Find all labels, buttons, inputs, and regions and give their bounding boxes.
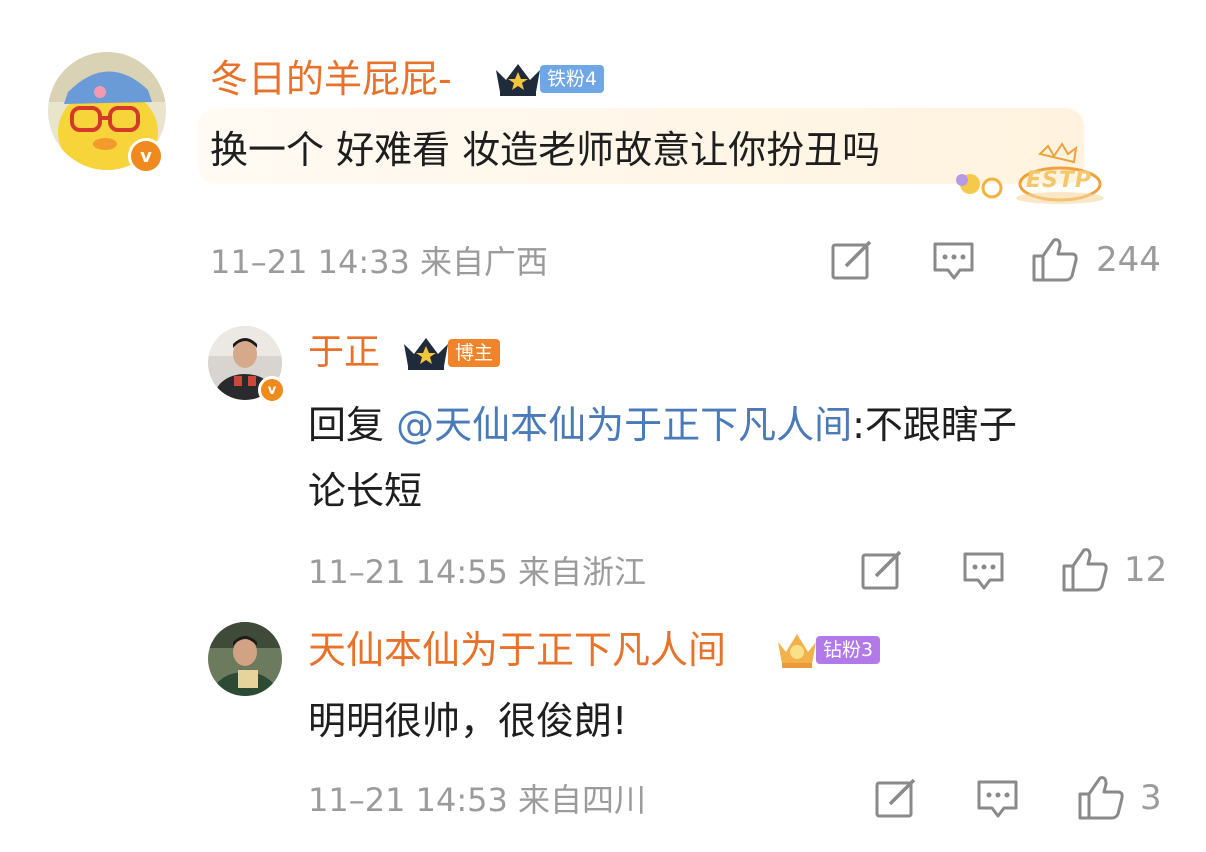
comment-1: v 冬日的羊屁屁- 铁粉4 换一个 好难看 妆造老师故意让你扮丑吗 ESTP 1… <box>0 0 1206 300</box>
repost-button[interactable] <box>874 778 918 820</box>
username[interactable]: 于正 <box>308 330 380 376</box>
like-count: 3 <box>1140 778 1162 818</box>
share-edit-icon <box>875 778 916 818</box>
share-edit-icon <box>831 240 872 280</box>
comment-bubble-icon <box>933 242 974 280</box>
repost-button[interactable] <box>860 550 904 592</box>
verified-v-icon: v <box>258 376 286 404</box>
badge-label: 铁粉4 <box>540 65 605 93</box>
card-tag: ESTP <box>1026 168 1093 193</box>
comment-text: 明明很帅，很俊朗! <box>308 699 628 743</box>
comment-bubble-icon <box>963 552 1004 590</box>
comment-button[interactable] <box>976 778 1020 820</box>
comment-3: 天仙本仙为于正下凡人间 钻粉3 明明很帅，很俊朗! 11–21 14:53 来自… <box>0 610 1206 852</box>
avatar[interactable] <box>208 622 282 696</box>
share-edit-icon <box>861 550 902 590</box>
blogger-badge[interactable]: 博主 <box>400 334 501 372</box>
username[interactable]: 天仙本仙为于正下凡人间 <box>308 626 726 674</box>
comment-button[interactable] <box>932 240 976 282</box>
repost-button[interactable] <box>830 240 874 282</box>
mention-link[interactable]: @天仙本仙为于正下凡人间 <box>396 403 852 447</box>
comment-2: v 于正 博主 回复 @天仙本仙为于正下凡人间:不跟瞎子 论长短 11–21 1… <box>0 300 1206 610</box>
comment-text: 换一个 好难看 妆造老师故意让你扮丑吗 <box>210 128 881 172</box>
avatar[interactable]: v <box>48 52 166 174</box>
fan-badge[interactable]: 钻粉3 <box>774 630 881 670</box>
comment-bubble-icon <box>977 780 1018 818</box>
comment-meta: 11–21 14:55 来自浙江 <box>308 553 647 591</box>
crown-icon <box>496 64 540 96</box>
like-count: 244 <box>1096 240 1161 280</box>
crown-icon <box>778 634 816 668</box>
like-button[interactable]: 3 <box>1076 774 1162 822</box>
like-count: 12 <box>1124 550 1168 590</box>
comment-button[interactable] <box>962 550 1006 592</box>
reply-text-line-2: 论长短 <box>308 469 423 513</box>
crown-icon <box>404 338 448 370</box>
fan-badge[interactable]: 铁粉4 <box>492 60 605 98</box>
avatar[interactable]: v <box>208 326 286 404</box>
verified-v-icon: v <box>128 138 164 174</box>
like-button[interactable]: 244 <box>1030 236 1161 284</box>
reply-prefix: 回复 <box>308 403 397 447</box>
comment-meta: 11–21 14:53 来自四川 <box>308 781 647 819</box>
username[interactable]: 冬日的羊屁屁- <box>210 56 452 102</box>
badge-label: 博主 <box>448 339 501 367</box>
badge-label: 钻粉3 <box>816 636 881 664</box>
thumbs-up-icon <box>1032 238 1078 282</box>
reply-text-rest: :不跟瞎子 <box>852 403 1017 447</box>
like-button[interactable]: 12 <box>1060 546 1167 594</box>
comment-meta: 11–21 14:33 来自广西 <box>210 243 549 281</box>
thumbs-up-icon <box>1078 776 1124 820</box>
thumbs-up-icon <box>1062 548 1108 592</box>
reply-text-line-1: 回复 @天仙本仙为于正下凡人间:不跟瞎子 <box>308 400 1017 450</box>
card-decoration: ESTP <box>940 140 1110 210</box>
